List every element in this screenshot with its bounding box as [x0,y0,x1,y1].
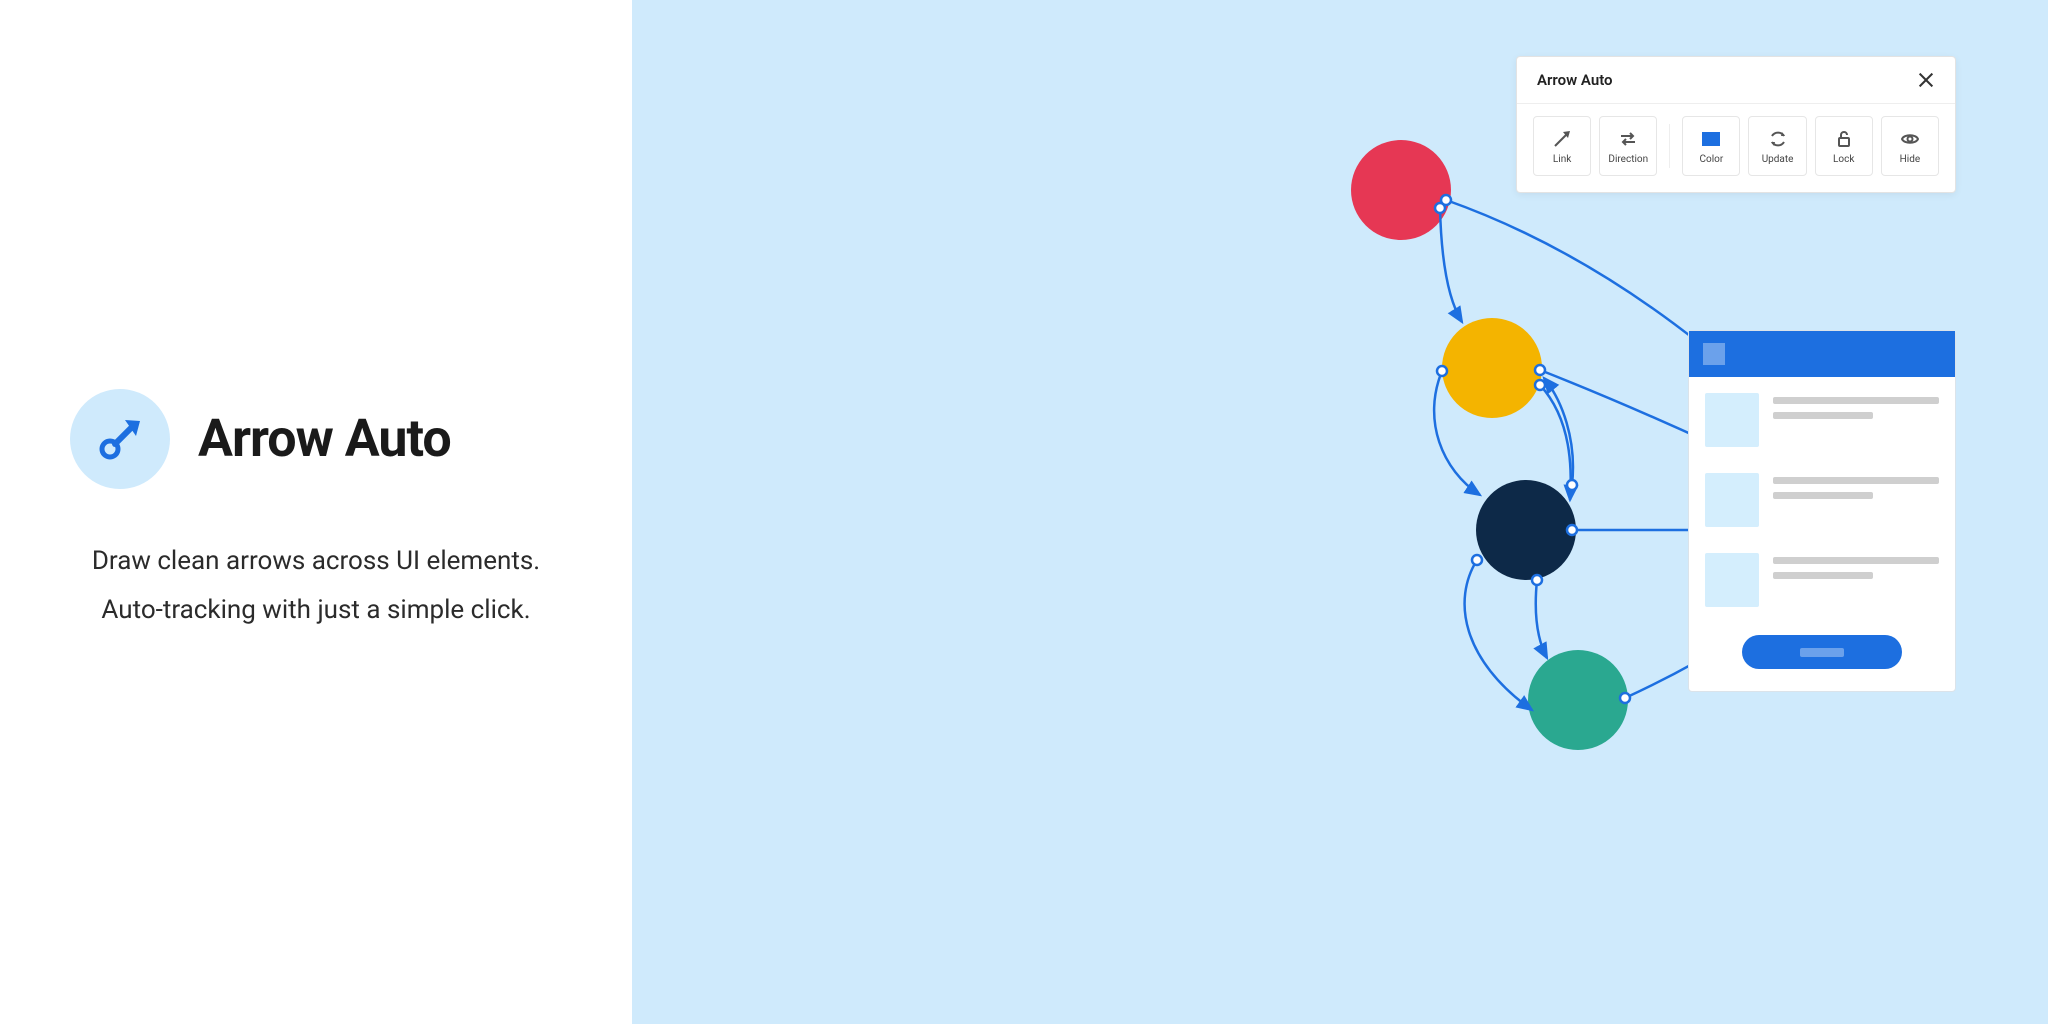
lock-label: Lock [1833,154,1854,165]
mockup-header [1689,331,1955,377]
update-label: Update [1762,154,1794,165]
app-logo [70,389,170,489]
close-icon[interactable] [1917,71,1935,89]
app-subtitle-1: Draw clean arrows across UI elements. [70,537,562,586]
direction-button[interactable]: Direction [1599,116,1657,176]
text-placeholder [1773,553,1939,607]
hide-button[interactable]: Hide [1881,116,1939,176]
list-item [1689,457,1955,537]
update-button[interactable]: Update [1748,116,1806,176]
toolbar-separator [1669,124,1670,168]
demo-canvas: Arrow Auto Link Direction Color [632,0,2048,1024]
refresh-icon [1767,128,1789,150]
mockup-cta-button[interactable] [1742,635,1902,669]
hide-label: Hide [1900,154,1921,165]
thumbnail-placeholder [1705,393,1759,447]
color-button[interactable]: Color [1682,116,1740,176]
toolbar-body: Link Direction Color Update [1517,104,1955,192]
list-item [1689,537,1955,617]
lock-icon [1833,128,1855,150]
color-label: Color [1700,154,1724,165]
link-button[interactable]: Link [1533,116,1591,176]
direction-label: Direction [1608,154,1648,165]
thumbnail-placeholder [1705,553,1759,607]
node-yellow[interactable] [1442,318,1542,418]
mockup-header-icon [1703,343,1725,365]
text-placeholder [1773,393,1939,447]
node-navy[interactable] [1476,480,1576,580]
eye-icon [1899,128,1921,150]
link-label: Link [1553,154,1571,165]
lock-button[interactable]: Lock [1815,116,1873,176]
node-red[interactable] [1351,140,1451,240]
app-title: Arrow Auto [198,408,451,469]
list-item [1689,377,1955,457]
arrow-logo-icon [92,411,148,467]
ui-mockup-card [1688,330,1956,692]
toolbar-title: Arrow Auto [1537,71,1613,89]
swap-icon [1617,128,1639,150]
toolbar-header: Arrow Auto [1517,57,1955,104]
node-teal[interactable] [1528,650,1628,750]
thumbnail-placeholder [1705,473,1759,527]
info-panel: Arrow Auto Draw clean arrows across UI e… [0,0,632,1024]
text-placeholder [1773,473,1939,527]
arrow-icon [1551,128,1573,150]
color-icon [1700,128,1722,150]
logo-row: Arrow Auto [70,389,562,489]
toolbar-panel: Arrow Auto Link Direction Color [1516,56,1956,193]
app-subtitle-2: Auto-tracking with just a simple click. [70,586,562,635]
